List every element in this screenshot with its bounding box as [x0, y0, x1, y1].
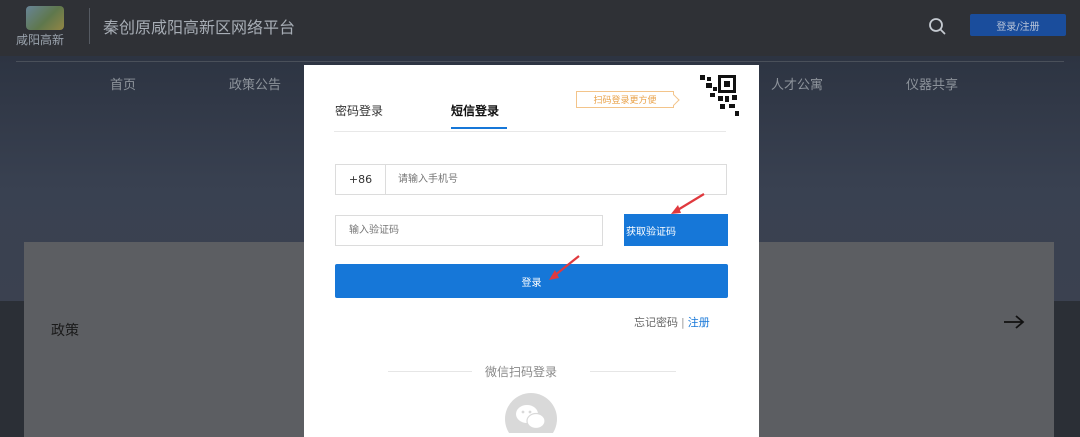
annotation-arrow-icon: [671, 193, 705, 214]
active-tab-indicator: [451, 127, 507, 129]
nav-item-talent-apartment[interactable]: 人才公寓: [771, 74, 823, 93]
logo-text: 咸阳高新: [16, 33, 65, 47]
login-submit-button[interactable]: 登录: [335, 264, 728, 298]
wechat-login-label: 微信扫码登录: [485, 365, 558, 379]
nav-item-home[interactable]: 首页: [110, 74, 136, 93]
account-links: 忘记密码 | 注册: [634, 314, 710, 330]
site-logo[interactable]: 咸阳高新: [16, 6, 78, 47]
wechat-icon[interactable]: [505, 393, 557, 433]
register-link[interactable]: 注册: [688, 316, 710, 329]
search-icon[interactable]: [928, 17, 946, 35]
nav-divider: [16, 61, 1064, 62]
nav-item-policy[interactable]: 政策公告: [229, 74, 281, 93]
phone-input[interactable]: [398, 165, 718, 194]
tab-divider: [334, 131, 726, 132]
tab-sms-login[interactable]: 短信登录: [451, 102, 499, 119]
arrow-right-icon[interactable]: [1002, 313, 1026, 331]
logo-mark: [26, 6, 64, 30]
annotation-arrow-icon: [549, 255, 580, 280]
site-title: 秦创原咸阳高新区网络平台: [103, 18, 296, 37]
qr-code-icon[interactable]: [680, 73, 742, 121]
header-divider: [89, 8, 90, 44]
section-title: 政策: [51, 323, 79, 339]
wechat-divider-left: [388, 371, 472, 372]
link-separator: |: [681, 316, 685, 329]
forgot-password-link[interactable]: 忘记密码: [634, 316, 678, 329]
qr-login-hint: 扫码登录更方便: [576, 91, 674, 108]
verification-code-input[interactable]: [335, 215, 603, 246]
login-modal: 密码登录 短信登录 扫码登录更方便 +86 获取验证码 登录 忘记密码|注册 微…: [304, 65, 759, 437]
nav-item-instrument-sharing[interactable]: 仪器共享: [906, 74, 958, 93]
tab-password-login[interactable]: 密码登录: [335, 102, 383, 119]
wechat-divider-right: [590, 371, 676, 372]
country-code[interactable]: +86: [336, 165, 386, 194]
get-code-button[interactable]: 获取验证码: [624, 214, 728, 246]
login-register-button[interactable]: 登录/注册: [970, 14, 1066, 36]
